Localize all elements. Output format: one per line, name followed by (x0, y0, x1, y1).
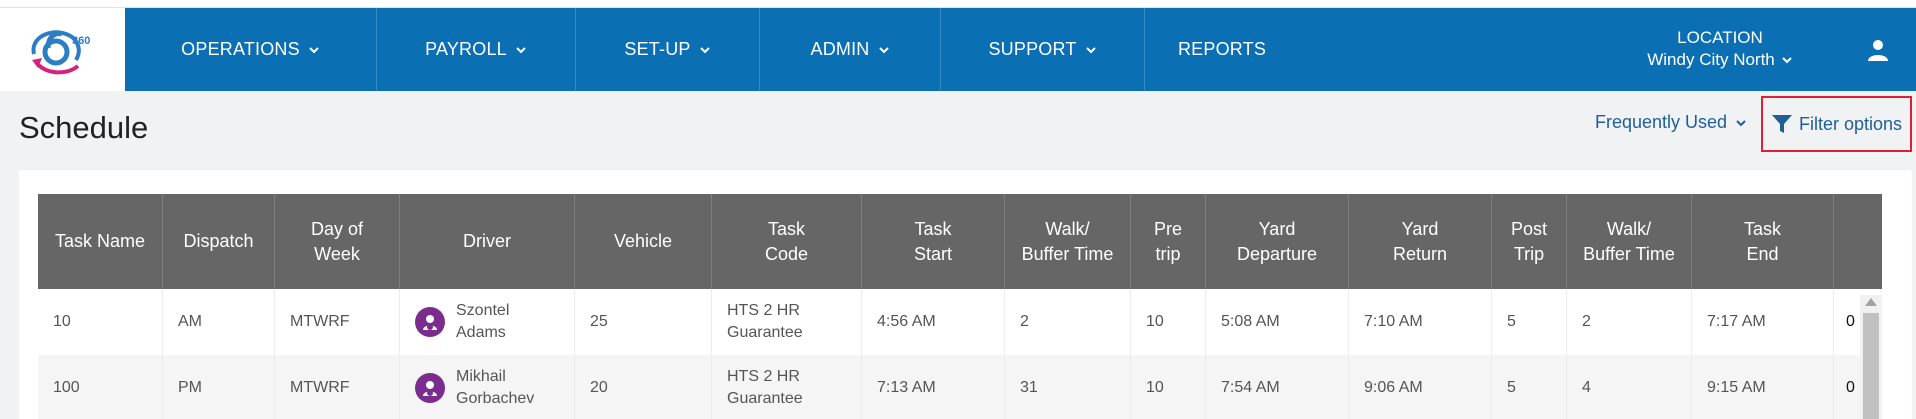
col-header-driver[interactable]: Driver (400, 194, 575, 289)
cell-walk-buffer-2: 2 (1567, 289, 1692, 355)
col-header-task-code[interactable]: Task Code (712, 194, 862, 289)
col-header-pre-trip[interactable]: Pre trip (1131, 194, 1206, 289)
driver-last-name: Gorbachev (456, 390, 535, 407)
cell-task-end: 9:15 AM (1692, 355, 1834, 419)
top-strip (0, 0, 1916, 8)
col-header-walk-buffer-1[interactable]: Walk/Buffer Time (1005, 194, 1131, 289)
cell-day-of-week: MTWRF (275, 355, 400, 419)
nav-support-label: SUPPORT (988, 39, 1077, 59)
nav-reports-label: REPORTS (1177, 39, 1267, 59)
nav-admin-label: ADMIN (810, 39, 870, 59)
filter-funnel-icon (1771, 115, 1792, 133)
nav-support[interactable]: SUPPORT (941, 8, 1145, 91)
cell-task-start: 4:56 AM (862, 289, 1005, 355)
driver-avatar-icon (415, 373, 445, 403)
nav-admin[interactable]: ADMIN (760, 8, 941, 91)
col-header-yard-departure[interactable]: Yard Departure (1206, 194, 1349, 289)
chevron-down-icon (699, 46, 710, 53)
cell-task-code: HTS 2 HR Guarantee (712, 289, 862, 355)
nav-setup-label: SET-UP (624, 39, 691, 59)
cell-walk-buffer-2: 4 (1567, 355, 1692, 419)
cell-post-trip: 5 (1492, 355, 1567, 419)
cell-yard-return: 7:10 AM (1349, 289, 1492, 355)
chevron-down-icon (1085, 46, 1096, 53)
frequently-used-label: Frequently Used (1595, 112, 1728, 132)
svg-text:360: 360 (72, 35, 90, 47)
cell-walk-buffer-1: 31 (1005, 355, 1131, 419)
filter-options-button[interactable]: Filter options (1761, 96, 1912, 152)
cell-yard-return: 9:06 AM (1349, 355, 1492, 419)
location-label: LOCATION (1677, 28, 1763, 47)
cell-pre-trip: 10 (1131, 289, 1206, 355)
cell-yard-departure: 5:08 AM (1206, 289, 1349, 355)
col-header-task-end[interactable]: Task End (1692, 194, 1834, 289)
cell-task-name: 100 (38, 355, 163, 419)
cell-dispatch: AM (163, 289, 275, 355)
driver-last-name: Adams (456, 324, 506, 341)
col-header-day-of-week[interactable]: Day of Week (275, 194, 400, 289)
filter-options-label: Filter options (1798, 113, 1903, 134)
col-header-task-name[interactable]: Task Name (38, 194, 163, 289)
driver-first-name: Szontel (456, 302, 510, 319)
main-navbar: 360 OPERATIONS PAYROLL SET-UP ADMIN SUPP… (0, 8, 1916, 91)
app-logo[interactable]: 360 (0, 8, 125, 91)
scrollbar-thumb[interactable] (1863, 313, 1879, 419)
cell-task-start: 7:13 AM (862, 355, 1005, 419)
nav-operations-label: OPERATIONS (181, 39, 300, 59)
table-header: Task Name Dispatch Day of Week Driver Veh… (38, 194, 1882, 289)
logo-mark-icon: 360 (31, 29, 90, 74)
location-value-wrap: Windy City North (1620, 50, 1820, 70)
chevron-down-icon (516, 46, 526, 53)
nav-setup[interactable]: SET-UP (576, 8, 760, 91)
scroll-up-arrow-icon[interactable] (1865, 298, 1877, 306)
col-header-vehicle[interactable]: Vehicle (575, 194, 712, 289)
driver-avatar-icon (415, 307, 445, 337)
nav-payroll-label: PAYROLL (425, 39, 507, 59)
location-value: Windy City North (1647, 50, 1775, 69)
chevron-down-icon (1736, 119, 1746, 126)
cell-yard-departure: 7:54 AM (1206, 355, 1349, 419)
col-header-task-start[interactable]: Task Start (862, 194, 1005, 289)
nav-payroll[interactable]: PAYROLL (377, 8, 576, 91)
chevron-down-icon (1782, 57, 1792, 64)
table-vertical-scrollbar[interactable] (1860, 295, 1882, 419)
chevron-down-icon (309, 46, 319, 53)
cell-task-code: HTS 2 HR Guarantee (712, 355, 862, 419)
col-header-walk-buffer-2[interactable]: Walk/Buffer Time (1567, 194, 1692, 289)
driver-first-name: Mikhail (456, 368, 506, 385)
col-header-yard-return[interactable]: Yard Return (1349, 194, 1492, 289)
cell-vehicle: 20 (575, 355, 712, 419)
page-title: Schedule (19, 110, 149, 145)
cell-driver[interactable]: Mikhail Gorbachev (400, 355, 575, 419)
nav-reports[interactable]: REPORTS (1145, 8, 1299, 91)
cell-dispatch: PM (163, 355, 275, 419)
cell-pre-trip: 10 (1131, 355, 1206, 419)
cell-vehicle: 25 (575, 289, 712, 355)
cell-task-end: 7:17 AM (1692, 289, 1834, 355)
frequently-used-dropdown[interactable]: Frequently Used (1595, 112, 1747, 133)
location-selector[interactable]: LOCATION Windy City North (1620, 28, 1820, 70)
cell-post-trip: 5 (1492, 289, 1567, 355)
table-row[interactable]: 10 AM MTWRF Szontel Adams 25 HTS 2 HR Guar… (38, 289, 1882, 355)
col-header-post-trip[interactable]: Post Trip (1492, 194, 1567, 289)
nav-operations[interactable]: OPERATIONS (125, 8, 377, 91)
cell-driver[interactable]: Szontel Adams (400, 289, 575, 355)
col-header-more (1834, 194, 1882, 289)
cell-day-of-week: MTWRF (275, 289, 400, 355)
col-header-dispatch[interactable]: Dispatch (163, 194, 275, 289)
cell-task-name: 10 (38, 289, 163, 355)
cell-walk-buffer-1: 2 (1005, 289, 1131, 355)
chevron-down-icon (878, 46, 889, 53)
user-icon[interactable] (1866, 38, 1890, 62)
table-row[interactable]: 100 PM MTWRF Mikhail Gorbachev 20 HTS 2 H… (38, 355, 1882, 419)
